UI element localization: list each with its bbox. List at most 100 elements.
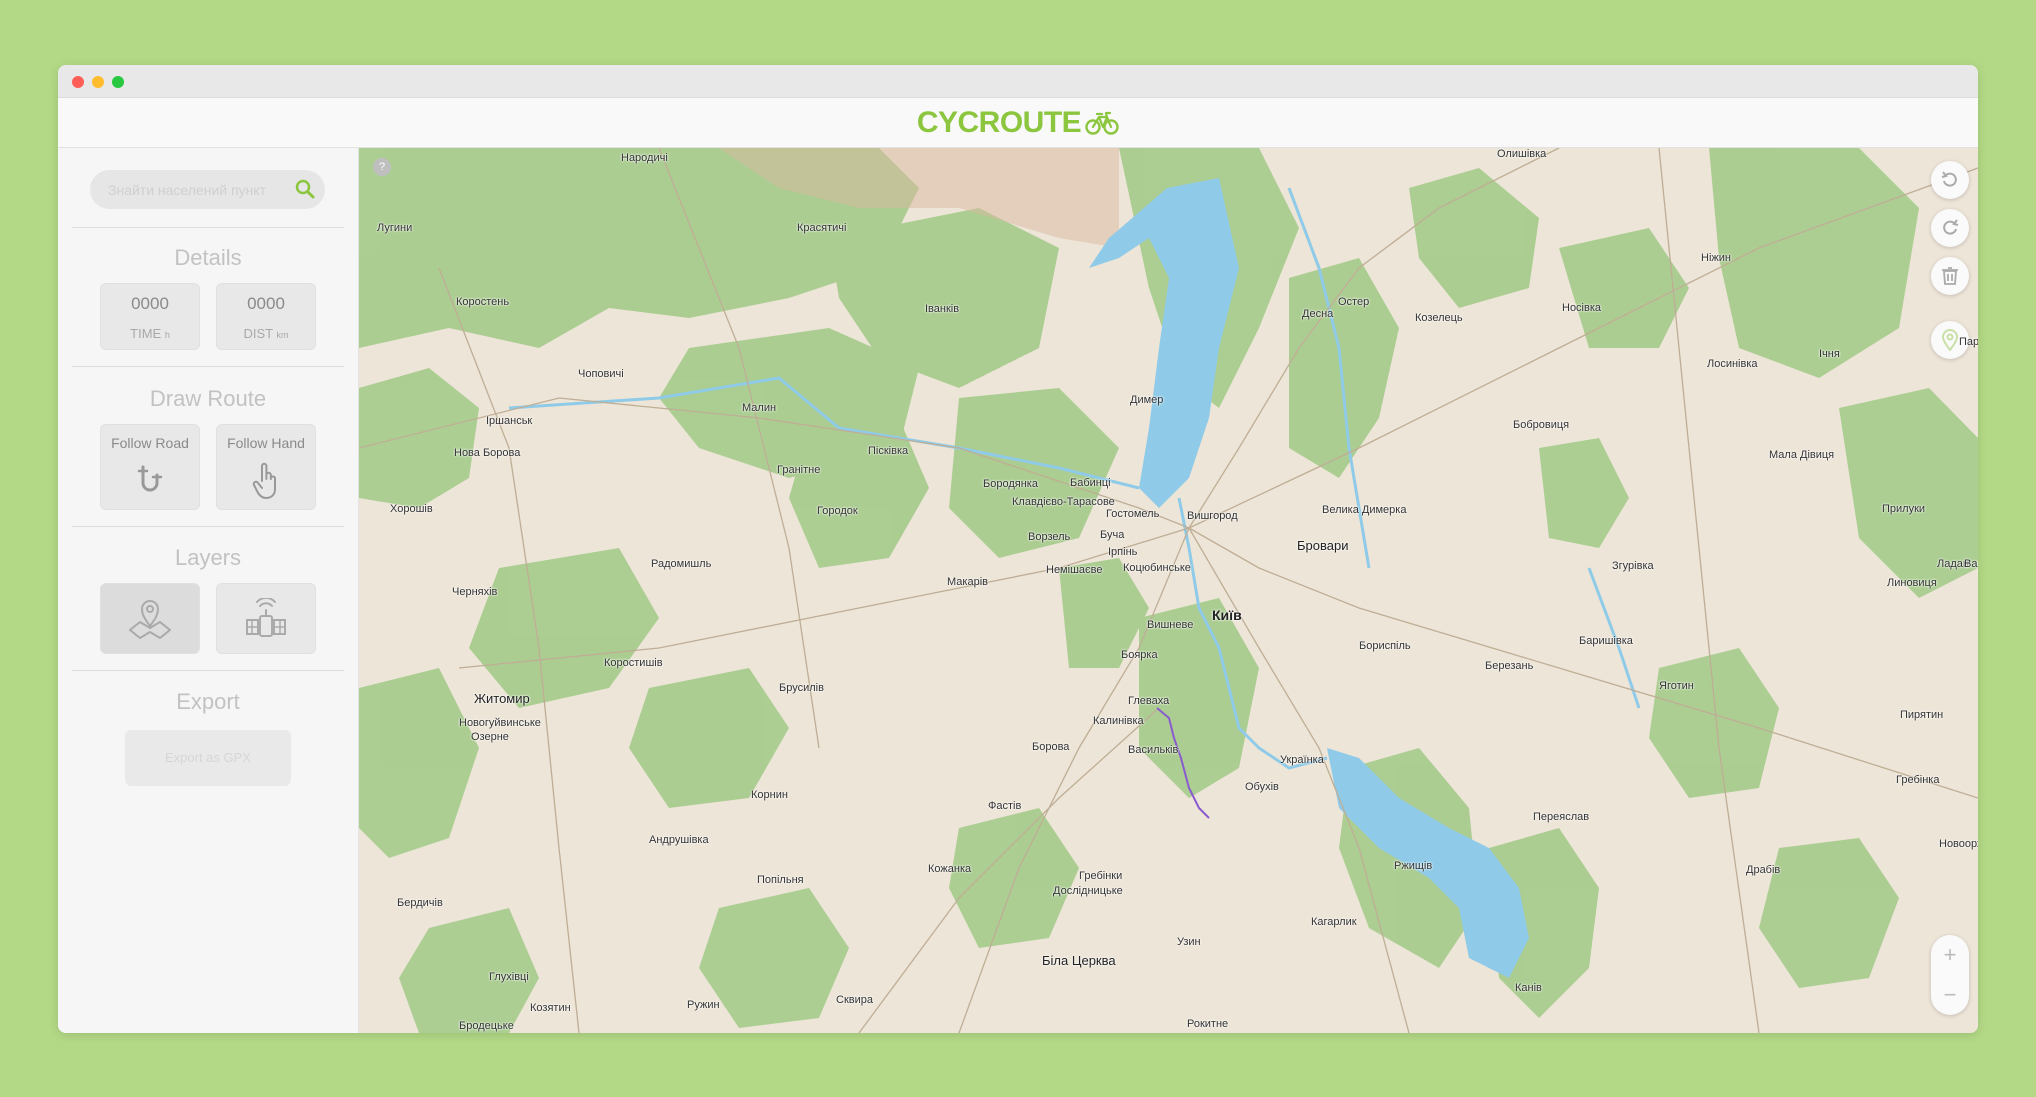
place-label: Димер <box>1130 394 1164 406</box>
place-label: Іванків <box>925 303 960 315</box>
redo-button[interactable] <box>1931 209 1969 247</box>
place-label: Немішаєве <box>1046 564 1103 576</box>
place-label: Коростишів <box>604 657 663 669</box>
place-label: Житомир <box>474 691 530 706</box>
place-label: Бориспіль <box>1359 640 1411 652</box>
place-label: Сквира <box>836 994 873 1006</box>
place-label: Буча <box>1100 529 1125 541</box>
place-label: Ічня <box>1819 348 1840 360</box>
place-label: Глухівці <box>489 971 529 983</box>
minimize-window-button[interactable] <box>92 76 104 88</box>
search-input[interactable] <box>106 180 290 199</box>
place-label: Попільня <box>757 874 804 886</box>
map-layer-button[interactable] <box>100 583 200 654</box>
place-label: Українка <box>1280 754 1324 766</box>
place-label: Андрушівка <box>649 834 709 846</box>
undo-button[interactable] <box>1931 161 1969 199</box>
details-title: Details <box>174 245 242 270</box>
follow-road-label: Follow Road <box>111 435 189 451</box>
place-label: Глеваха <box>1128 695 1170 707</box>
time-label: TIME h <box>130 326 170 341</box>
place-label: Ворзель <box>1028 531 1071 543</box>
place-label: Козелець <box>1415 312 1463 324</box>
place-label: Гребінка <box>1896 774 1940 786</box>
place-label: Мала Дівиця <box>1769 449 1835 461</box>
export-gpx-button[interactable]: Export as GPX <box>125 730 291 786</box>
place-label: Козятин <box>530 1002 571 1014</box>
place-label: Олишівка <box>1497 148 1547 160</box>
satellite-layer-button[interactable] <box>216 583 316 654</box>
place-label: Новогуйвинське <box>459 717 541 729</box>
place-label: Ружин <box>687 999 720 1011</box>
place-label: Пирятин <box>1900 709 1944 721</box>
place-label: Вишневе <box>1147 619 1194 631</box>
place-label: Гребінки <box>1079 870 1123 882</box>
clear-route-button[interactable] <box>1931 257 1969 295</box>
zoom-control: + − <box>1931 935 1969 1015</box>
follow-hand-label: Follow Hand <box>227 435 305 451</box>
place-label: Бабинці <box>1070 477 1111 489</box>
zoom-in-button[interactable]: + <box>1931 935 1969 975</box>
place-label: Обухів <box>1245 781 1279 793</box>
place-label: Носівка <box>1562 302 1602 314</box>
place-label: Линовиця <box>1887 577 1937 589</box>
redo-icon <box>1943 219 1959 235</box>
place-label: Лугини <box>377 222 413 234</box>
place-label: Ржищів <box>1394 860 1433 872</box>
place-label: Ірпінь <box>1108 546 1138 558</box>
place-label: Кожанка <box>928 863 972 875</box>
place-label: Варв <box>1964 558 1978 570</box>
location-pin-icon <box>1941 329 1959 351</box>
place-label: Черняхів <box>452 586 498 598</box>
maximize-window-button[interactable] <box>112 76 124 88</box>
map-view[interactable]: ? + − Олишівка Народичі Лугини Красятичі Кор… <box>359 148 1978 1033</box>
place-label: Прилуки <box>1882 503 1926 515</box>
distance-label: DIST km <box>243 326 289 341</box>
place-label: Бердичів <box>397 897 443 909</box>
place-label: Малин <box>742 402 777 414</box>
place-label: Фастів <box>988 800 1022 812</box>
distance-tile: 0000 DIST km <box>216 283 316 350</box>
place-label: Ніжин <box>1701 252 1731 264</box>
follow-hand-button[interactable]: Follow Hand <box>216 424 316 510</box>
place-label: Красятичі <box>797 222 847 234</box>
place-label: Кагарлик <box>1311 916 1357 928</box>
place-label: Бродецьке <box>459 1020 514 1032</box>
place-label: Боярка <box>1121 649 1158 661</box>
draw-route-title: Draw Route <box>149 386 267 411</box>
place-label: Драбів <box>1746 864 1781 876</box>
place-label: Чоповичі <box>578 368 624 380</box>
place-label: Борова <box>1032 741 1070 753</box>
place-label: Городок <box>817 505 858 517</box>
place-label: Коцюбинське <box>1123 562 1191 574</box>
place-label: Радомишль <box>651 558 712 570</box>
layers-title: Layers <box>174 545 242 570</box>
map-help-button[interactable]: ? <box>373 158 391 176</box>
place-label: Вишгород <box>1187 510 1238 522</box>
map-tiles <box>359 148 1978 1033</box>
map-pin-icon <box>129 600 171 639</box>
place-label: Гранітне <box>777 464 821 476</box>
trash-icon <box>1942 267 1958 285</box>
place-label: Десна <box>1302 308 1334 320</box>
place-label: Баришівка <box>1579 635 1633 647</box>
app-logo[interactable]: CYCROUTE <box>917 106 1119 140</box>
divider <box>72 526 344 527</box>
time-value: 0000 <box>131 294 169 313</box>
place-label: Яготин <box>1659 680 1694 692</box>
place-label: Рокитне <box>1187 1018 1229 1030</box>
app-window: CYCROUTE Details 0000 TIME h 0000 DIST k… <box>58 65 1978 1033</box>
place-label: Згурівка <box>1612 560 1654 572</box>
export-title: Export <box>176 689 240 714</box>
place-label: Біла Церква <box>1042 953 1116 968</box>
undo-icon <box>1941 171 1957 187</box>
sidebar: Details 0000 TIME h 0000 DIST km Draw Ro… <box>58 148 359 1033</box>
search-icon[interactable] <box>295 179 315 199</box>
place-label: Узин <box>1177 936 1201 948</box>
close-window-button[interactable] <box>72 76 84 88</box>
bicycle-icon <box>1085 111 1119 135</box>
place-label: Корнин <box>751 789 788 801</box>
place-label: Бородянка <box>983 478 1038 490</box>
follow-road-button[interactable]: Follow Road <box>100 424 200 510</box>
zoom-out-button[interactable]: − <box>1931 975 1969 1015</box>
